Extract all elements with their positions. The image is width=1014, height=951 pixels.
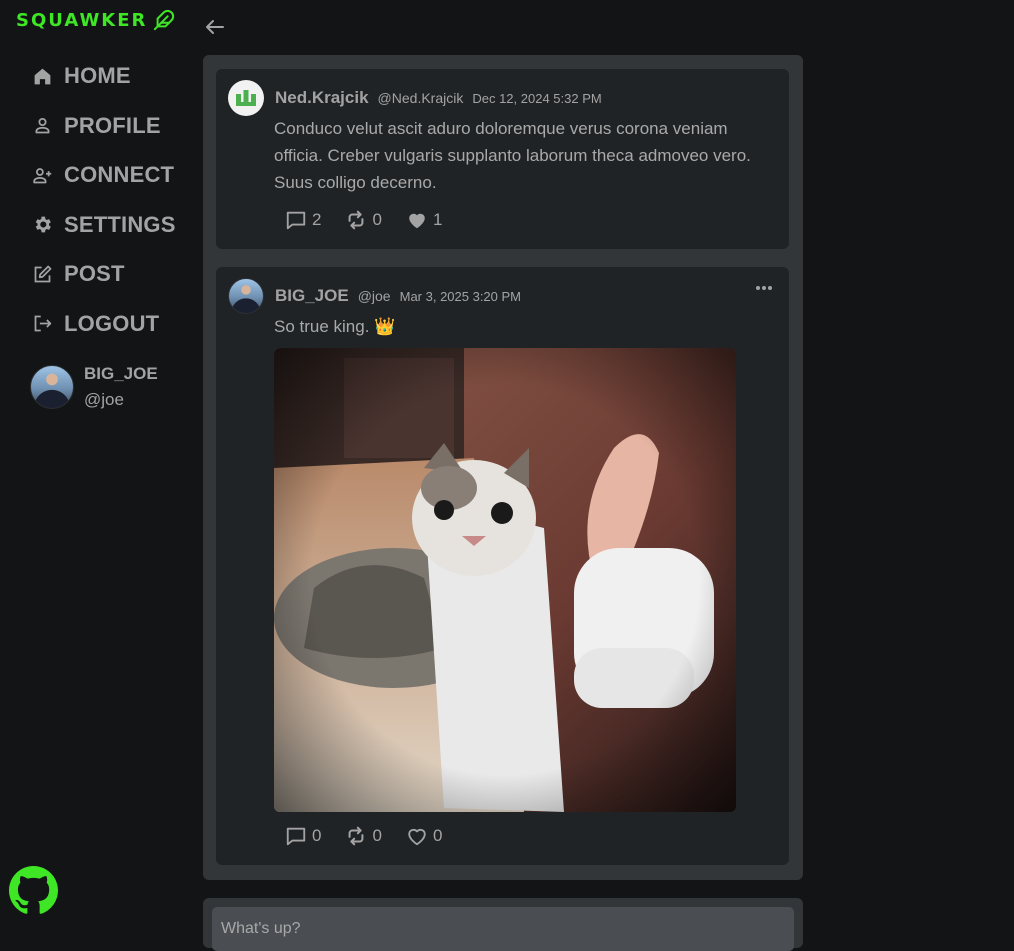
like-button[interactable]: 1: [406, 209, 442, 231]
avatar: [30, 365, 74, 409]
more-options-icon[interactable]: [755, 281, 773, 295]
comment-count: 0: [312, 826, 322, 845]
nav-label: POST: [64, 261, 125, 286]
add-person-icon: [30, 163, 54, 187]
post-handle[interactable]: @Ned.Krajcik: [378, 90, 464, 106]
like-count: 1: [432, 210, 443, 229]
logout-icon: [30, 312, 54, 336]
nav-item-home[interactable]: HOME: [30, 57, 176, 95]
like-count: 0: [432, 826, 443, 845]
post-image[interactable]: [274, 348, 736, 812]
sidebar: SQUAWKER HOME PROFILE CONNECT SETTINGS P…: [0, 0, 190, 933]
composer-input[interactable]: [212, 907, 794, 951]
nav-label: PROFILE: [64, 112, 161, 138]
comment-button[interactable]: 0: [285, 825, 321, 847]
app-name: SQUAWKER: [16, 9, 148, 31]
repost-icon: [349, 210, 364, 230]
repost-count: 0: [372, 210, 382, 229]
github-icon[interactable]: [9, 866, 58, 915]
post-card[interactable]: BIG_JOE @joe Mar 3, 2025 3:20 PM So true…: [216, 267, 789, 865]
repost-button[interactable]: 0: [345, 209, 382, 231]
gear-icon: [30, 213, 54, 237]
back-arrow-icon[interactable]: [203, 15, 227, 39]
post-text: Conduco velut ascit aduro doloremque ver…: [274, 119, 751, 192]
person-icon: [30, 114, 54, 138]
main-nav: HOME PROFILE CONNECT SETTINGS POST LOGOU…: [30, 57, 176, 354]
comment-count: 2: [312, 210, 322, 229]
composer: [203, 898, 803, 951]
avatar[interactable]: [228, 278, 264, 314]
post-date: Mar 3, 2025 3:20 PM: [399, 289, 522, 304]
nav-item-post[interactable]: POST: [30, 255, 176, 293]
nav-label: CONNECT: [64, 162, 175, 187]
nav-item-profile[interactable]: PROFILE: [30, 107, 176, 145]
repost-button[interactable]: 0: [345, 825, 382, 847]
post-author[interactable]: Ned.Krajcik: [275, 88, 369, 108]
nav-item-settings[interactable]: SETTINGS: [30, 206, 176, 244]
comment-button[interactable]: 2: [285, 209, 321, 231]
post-thread: Ned.Krajcik @Ned.Krajcik Dec 12, 2024 5:…: [203, 55, 803, 880]
repost-count: 0: [372, 826, 382, 845]
current-user-card[interactable]: BIG_JOE @joe: [30, 364, 158, 410]
nav-label: HOME: [64, 63, 131, 88]
post-text: So true king. 👑: [274, 317, 396, 336]
current-user-name: BIG_JOE: [84, 364, 158, 383]
home-icon: [30, 64, 54, 88]
like-button[interactable]: 0: [406, 825, 442, 847]
nav-label: SETTINGS: [64, 211, 176, 237]
comment-icon: [286, 211, 306, 230]
comment-icon: [286, 827, 306, 846]
avatar[interactable]: [228, 80, 264, 116]
post-actions: 0 0 0: [285, 825, 466, 847]
heart-outline-icon: [408, 828, 426, 846]
post-card[interactable]: Ned.Krajcik @Ned.Krajcik Dec 12, 2024 5:…: [216, 69, 789, 249]
heart-filled-icon: [409, 213, 425, 229]
post-author[interactable]: BIG_JOE: [275, 286, 349, 306]
current-user-handle: @joe: [84, 390, 124, 409]
nav-item-logout[interactable]: LOGOUT: [30, 305, 176, 343]
post-actions: 2 0 1: [285, 209, 466, 231]
post-date: Dec 12, 2024 5:32 PM: [472, 91, 602, 106]
post-handle[interactable]: @joe: [358, 288, 391, 304]
nav-label: LOGOUT: [64, 310, 160, 336]
feather-icon: [154, 9, 175, 31]
app-logo[interactable]: SQUAWKER: [16, 9, 175, 31]
repost-icon: [349, 826, 364, 846]
edit-icon: [30, 262, 54, 286]
nav-item-connect[interactable]: CONNECT: [30, 156, 176, 194]
